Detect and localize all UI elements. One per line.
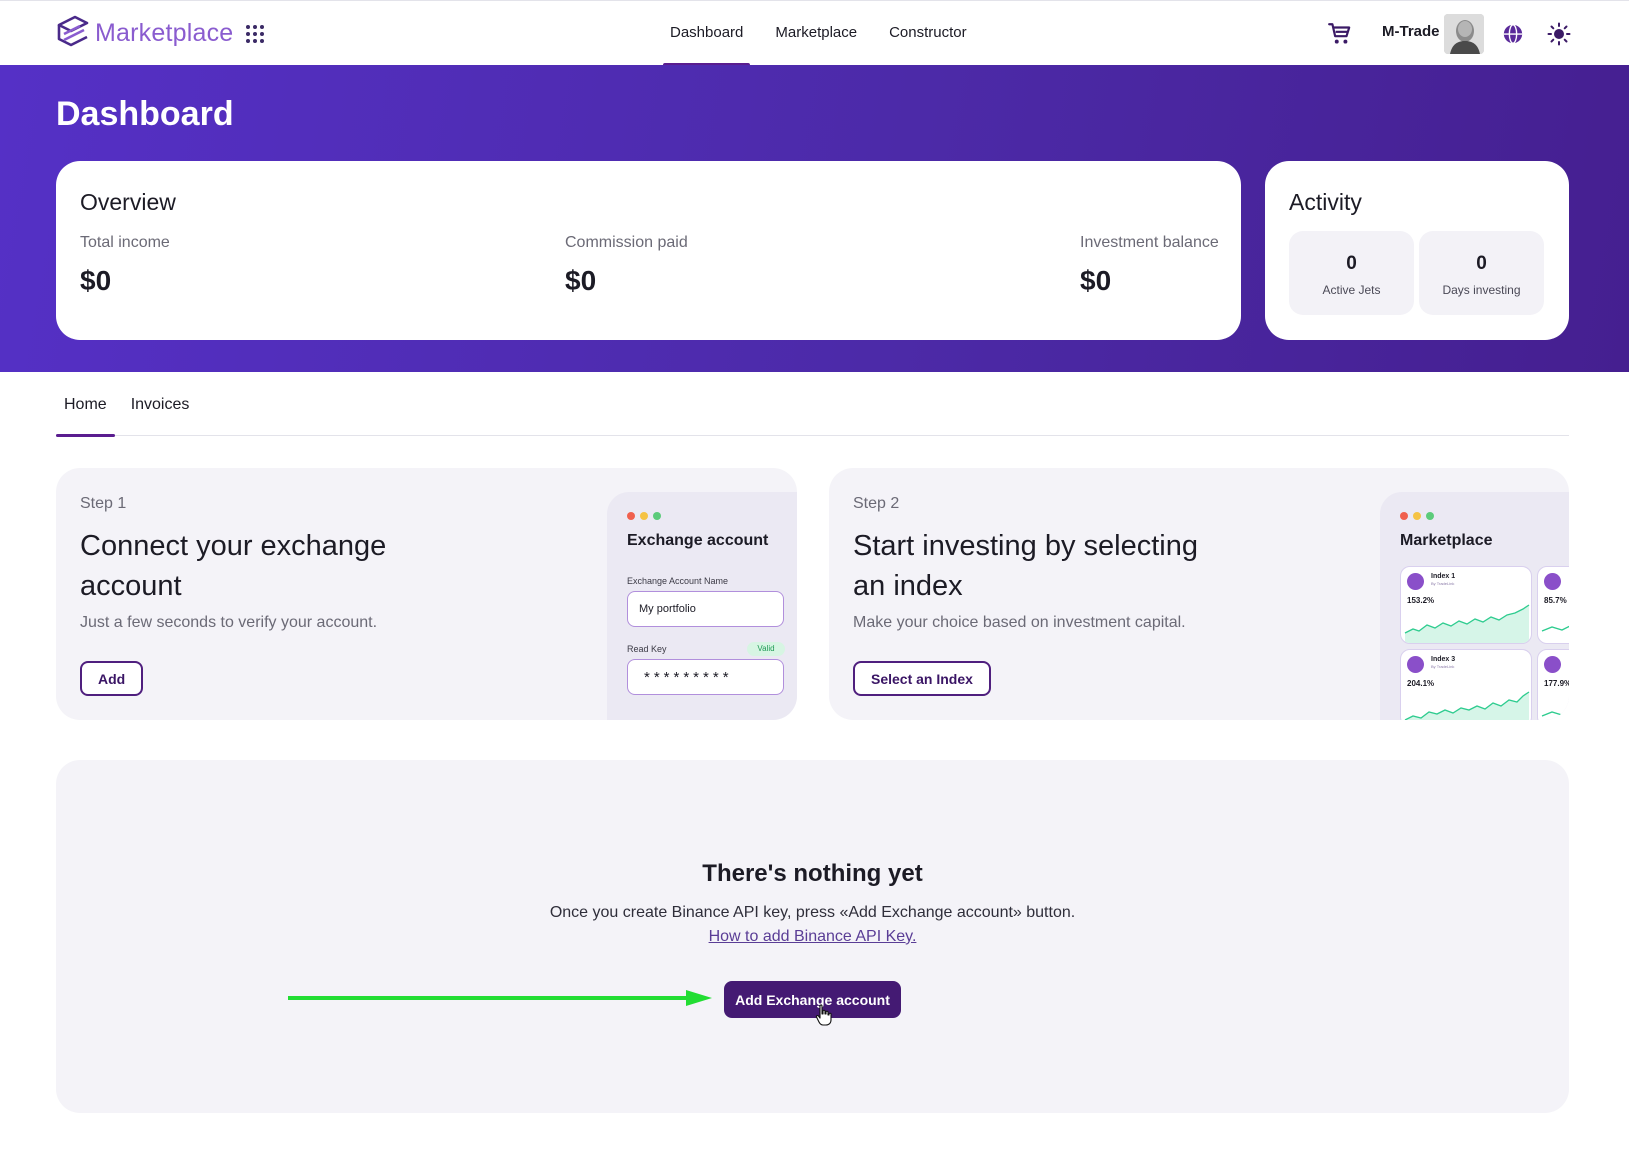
logo-text: Marketplace xyxy=(95,18,234,47)
index-avatar-icon xyxy=(1407,656,1424,673)
tab-home[interactable]: Home xyxy=(56,390,115,437)
index-sparkline xyxy=(1541,710,1569,717)
index-preview-card: Index 1 By TradeLink 153.2% xyxy=(1400,566,1532,644)
step-1-kicker: Step 1 xyxy=(80,495,127,512)
step-1-description: Just a few seconds to verify your accoun… xyxy=(80,614,378,631)
step-2-card: Step 2 Start investing by selecting an i… xyxy=(829,468,1569,720)
step-2-title: Start investing by selecting an index xyxy=(853,530,1198,602)
add-exchange-account-button[interactable]: Add Exchange account xyxy=(724,981,901,1018)
index-preview-card: Index 3 By TradeLink 204.1% xyxy=(1400,649,1532,720)
binance-api-key-help-link[interactable]: How to add Binance API Key. xyxy=(709,928,917,945)
preview-title: Marketplace xyxy=(1400,532,1493,549)
active-jets-label: Active Jets xyxy=(1322,283,1381,297)
preview-key-field: ********* xyxy=(627,659,784,695)
cart-icon[interactable] xyxy=(1327,21,1353,47)
total-income-value: $0 xyxy=(80,265,112,296)
exchange-account-preview: Exchange account Exchange Account Name M… xyxy=(607,492,797,720)
index-avatar-icon xyxy=(1544,656,1561,673)
step-2-description: Make your choice based on investment cap… xyxy=(853,614,1186,631)
days-investing-value: 0 xyxy=(1476,253,1487,274)
total-income-label: Total income xyxy=(80,234,170,251)
index-name: Index 3 xyxy=(1431,656,1456,663)
empty-state-title: There's nothing yet xyxy=(702,860,923,887)
step-1-title: Connect your exchange account xyxy=(80,530,387,602)
content-tabs: Home Invoices xyxy=(56,390,1569,437)
active-jets-box: 0 Active Jets xyxy=(1289,231,1414,315)
empty-state-link-row: How to add Binance API Key. xyxy=(56,928,1569,946)
page-title: Dashboard xyxy=(56,95,234,133)
days-investing-box: 0 Days investing xyxy=(1419,231,1544,315)
hand-pointer-icon xyxy=(815,1004,832,1026)
overview-card: Overview Total income $0 Commission paid… xyxy=(56,161,1241,340)
window-dots-icon xyxy=(627,512,661,520)
user-name[interactable]: M-Trade xyxy=(1382,23,1440,40)
nav-marketplace[interactable]: Marketplace xyxy=(768,1,864,66)
overview-title: Overview xyxy=(80,189,176,215)
preview-name-field: My portfolio xyxy=(627,591,784,627)
tab-invoices[interactable]: Invoices xyxy=(123,390,198,436)
valid-badge: Valid xyxy=(747,642,785,656)
apps-grid-icon[interactable] xyxy=(246,25,264,43)
logo[interactable]: Marketplace xyxy=(55,15,233,51)
logo-icon xyxy=(57,15,89,47)
preview-title: Exchange account xyxy=(627,532,769,549)
active-jets-value: 0 xyxy=(1346,253,1357,274)
main-nav: Dashboard Marketplace Constructor xyxy=(663,1,992,66)
activity-card: Activity 0 Active Jets 0 Days investing xyxy=(1265,161,1569,340)
annotation-arrow-icon xyxy=(288,990,712,1006)
nav-dashboard[interactable]: Dashboard xyxy=(663,1,751,66)
empty-state-description: Once you create Binance API key, press «… xyxy=(549,904,1076,921)
index-preview-card: 177.9% xyxy=(1537,649,1569,720)
index-sparkline xyxy=(1404,604,1530,643)
index-sparkline xyxy=(1541,625,1569,632)
avatar[interactable] xyxy=(1444,14,1484,54)
sun-icon[interactable] xyxy=(1547,22,1571,46)
empty-state-panel: There's nothing yet Once you create Bina… xyxy=(56,760,1569,1113)
top-navigation-bar: Marketplace Dashboard Marketplace Constr… xyxy=(0,0,1629,66)
globe-icon[interactable] xyxy=(1502,23,1524,45)
dashboard-hero: Dashboard Overview Total income $0 Commi… xyxy=(0,65,1629,372)
window-dots-icon xyxy=(1400,512,1434,520)
index-author: By TradeLink xyxy=(1431,664,1455,669)
step-1-card: Step 1 Connect your exchange account Jus… xyxy=(56,468,797,720)
select-index-button[interactable]: Select an Index xyxy=(853,661,991,696)
activity-title: Activity xyxy=(1289,189,1362,215)
step-2-kicker: Step 2 xyxy=(853,495,900,512)
investment-balance-value: $0 xyxy=(1080,265,1112,296)
index-avatar-icon xyxy=(1407,573,1424,590)
index-sparkline xyxy=(1404,691,1530,720)
add-button[interactable]: Add xyxy=(80,661,144,696)
commission-paid-value: $0 xyxy=(565,265,597,296)
index-avatar-icon xyxy=(1544,573,1561,590)
commission-paid-label: Commission paid xyxy=(565,234,688,251)
investment-balance-label: Investment balance xyxy=(1080,234,1219,251)
index-name: Index 1 xyxy=(1431,573,1456,580)
nav-constructor[interactable]: Constructor xyxy=(882,1,974,66)
marketplace-preview: Marketplace Index 1 By TradeLink 153.2% … xyxy=(1380,492,1569,720)
preview-name-label: Exchange Account Name xyxy=(627,576,729,586)
index-author: By TradeLink xyxy=(1431,581,1455,586)
preview-key-label: Read Key xyxy=(627,644,667,654)
days-investing-label: Days investing xyxy=(1442,283,1521,297)
index-preview-card: 85.7% xyxy=(1537,566,1569,644)
